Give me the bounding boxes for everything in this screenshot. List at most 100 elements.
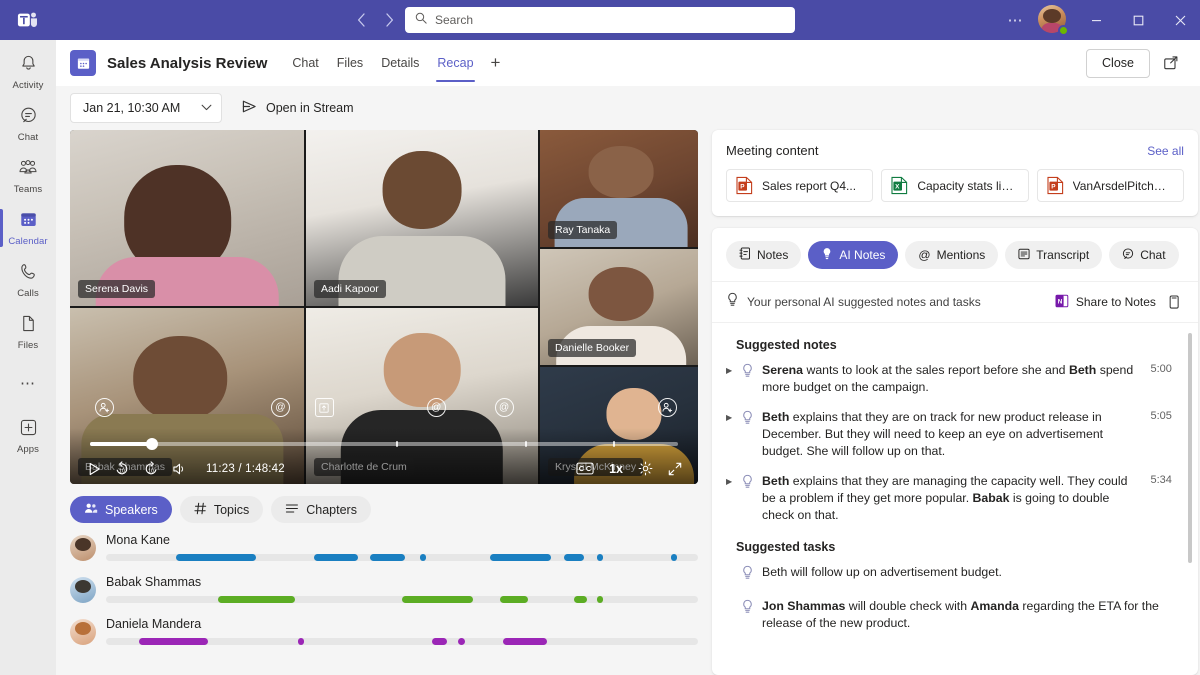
speaker-segment[interactable]	[564, 554, 584, 561]
mention-icon[interactable]: @	[271, 398, 290, 417]
sidebar-item-calendar[interactable]: Calendar	[0, 202, 56, 254]
video-seek-bar[interactable]	[90, 442, 678, 446]
add-person-icon[interactable]	[95, 398, 114, 417]
seek-handle[interactable]	[146, 438, 158, 450]
filter-topics[interactable]: Topics	[180, 496, 263, 523]
mention-icon[interactable]: @	[427, 398, 446, 417]
speaker-segment[interactable]	[370, 554, 405, 561]
suggested-task-item[interactable]: Beth will follow up on advertisement bud…	[726, 564, 1172, 585]
speaker-row[interactable]: Mona Kane	[70, 533, 698, 561]
speaker-track[interactable]	[106, 596, 698, 603]
fullscreen-icon[interactable]	[668, 462, 682, 476]
volume-icon[interactable]	[172, 462, 187, 476]
meeting-video-player[interactable]: Serena Davis Aadi Kapoor Ray Tanaka	[70, 130, 698, 484]
speaker-row[interactable]: Babak Shammas	[70, 575, 698, 603]
close-button[interactable]: Close	[1086, 49, 1150, 78]
speaker-track[interactable]	[106, 554, 698, 561]
tab-notes[interactable]: Notes	[726, 241, 801, 269]
minimize-button[interactable]	[1076, 0, 1116, 40]
tab-transcript[interactable]: Transcript	[1005, 241, 1102, 269]
play-icon[interactable]	[88, 462, 101, 476]
expand-caret-icon[interactable]: ▶	[726, 477, 735, 486]
speaker-segment[interactable]	[402, 596, 473, 603]
speaker-segment[interactable]	[597, 554, 604, 561]
speaker-segment[interactable]	[314, 554, 358, 561]
tab-chat[interactable]: Chat	[283, 40, 327, 86]
video-tile[interactable]: Danielle Booker	[540, 249, 698, 366]
file-item[interactable]: P Sales report Q4...	[726, 169, 873, 202]
suggested-task-item[interactable]: Jon Shammas will double check with Amand…	[726, 598, 1172, 632]
filter-speakers[interactable]: Speakers	[70, 496, 172, 523]
share-to-notes-button[interactable]: N Share to Notes	[1055, 294, 1156, 311]
playback-speed[interactable]: 1x	[609, 462, 623, 476]
suggested-note-item[interactable]: ▶ Serena wants to look at the sales repo…	[726, 362, 1172, 396]
tab-ai-notes[interactable]: AI Notes	[808, 241, 898, 269]
speaker-segment[interactable]	[490, 554, 552, 561]
suggested-note-item[interactable]: ▶ Beth explains that they are managing t…	[726, 473, 1172, 524]
speaker-segment[interactable]	[503, 638, 547, 645]
search-placeholder: Search	[435, 13, 473, 27]
sidebar-item-teams[interactable]: Teams	[0, 150, 56, 202]
speaker-row[interactable]: Daniela Mandera	[70, 617, 698, 645]
more-options-icon[interactable]: ⋯	[1000, 5, 1030, 35]
sidebar-item-files[interactable]: Files	[0, 306, 56, 358]
open-in-stream-button[interactable]: Open in Stream	[234, 94, 361, 122]
notes-scrollbar[interactable]	[1188, 333, 1192, 563]
rewind-10-icon[interactable]: 10	[114, 461, 130, 476]
mention-icon[interactable]: @	[495, 398, 514, 417]
speaker-segment[interactable]	[432, 638, 447, 645]
list-icon	[285, 503, 299, 517]
sidebar-item-calls[interactable]: Calls	[0, 254, 56, 306]
speaker-segment[interactable]	[218, 596, 295, 603]
search-bar[interactable]: Search	[405, 7, 795, 33]
sidebar-item-activity[interactable]: Activity	[0, 46, 56, 98]
add-person-icon[interactable]	[658, 398, 677, 417]
speaker-segment[interactable]	[458, 638, 465, 645]
transcript-icon	[1018, 248, 1030, 263]
gear-icon[interactable]	[638, 461, 653, 476]
copy-icon[interactable]	[1164, 292, 1184, 312]
video-tile[interactable]: Serena Davis	[70, 130, 304, 306]
back-button[interactable]	[348, 7, 374, 33]
tab-recap[interactable]: Recap	[428, 40, 482, 86]
sidebar-item-apps[interactable]: Apps	[0, 410, 56, 462]
add-tab-button[interactable]: +	[483, 53, 509, 73]
forward-button[interactable]	[376, 7, 402, 33]
maximize-button[interactable]	[1118, 0, 1158, 40]
closed-captions-icon[interactable]	[576, 462, 594, 475]
speaker-segment[interactable]	[671, 554, 677, 561]
sidebar-item-more[interactable]: ⋯	[0, 358, 56, 410]
svg-text:P: P	[740, 183, 745, 190]
share-screen-icon[interactable]	[315, 398, 334, 417]
expand-caret-icon[interactable]: ▶	[726, 366, 735, 375]
forward-10-icon[interactable]: 10	[143, 461, 159, 476]
video-tile[interactable]: Aadi Kapoor	[306, 130, 538, 306]
tab-files[interactable]: Files	[328, 40, 372, 86]
expand-caret-icon[interactable]: ▶	[726, 413, 735, 422]
note-text: Beth explains that they are managing the…	[762, 473, 1135, 524]
tab-details[interactable]: Details	[372, 40, 428, 86]
speaker-segment[interactable]	[597, 596, 603, 603]
sidebar-item-label: Apps	[17, 444, 39, 455]
file-item[interactable]: P VanArsdelPitchDe...	[1037, 169, 1184, 202]
close-window-button[interactable]	[1160, 0, 1200, 40]
speaker-segment[interactable]	[420, 554, 427, 561]
tab-chat[interactable]: Chat	[1109, 241, 1178, 269]
filter-chapters[interactable]: Chapters	[271, 496, 371, 523]
sidebar-item-chat[interactable]: Chat	[0, 98, 56, 150]
video-tile[interactable]: Ray Tanaka	[540, 130, 698, 247]
video-participant-name: Serena Davis	[78, 280, 155, 298]
speaker-segment[interactable]	[298, 638, 304, 645]
suggested-note-item[interactable]: ▶ Beth explains that they are on track f…	[726, 409, 1172, 460]
speaker-segment[interactable]	[500, 596, 528, 603]
speaker-track[interactable]	[106, 638, 698, 645]
avatar[interactable]	[1038, 5, 1068, 35]
tab-mentions[interactable]: @ Mentions	[905, 241, 998, 269]
speaker-segment[interactable]	[574, 596, 587, 603]
open-in-new-window-icon[interactable]	[1158, 50, 1184, 76]
speaker-segment[interactable]	[176, 554, 256, 561]
date-dropdown[interactable]: Jan 21, 10:30 AM	[70, 93, 222, 123]
speaker-segment[interactable]	[139, 638, 208, 645]
file-item[interactable]: X Capacity stats list...	[881, 169, 1028, 202]
see-all-link[interactable]: See all	[1147, 144, 1184, 158]
